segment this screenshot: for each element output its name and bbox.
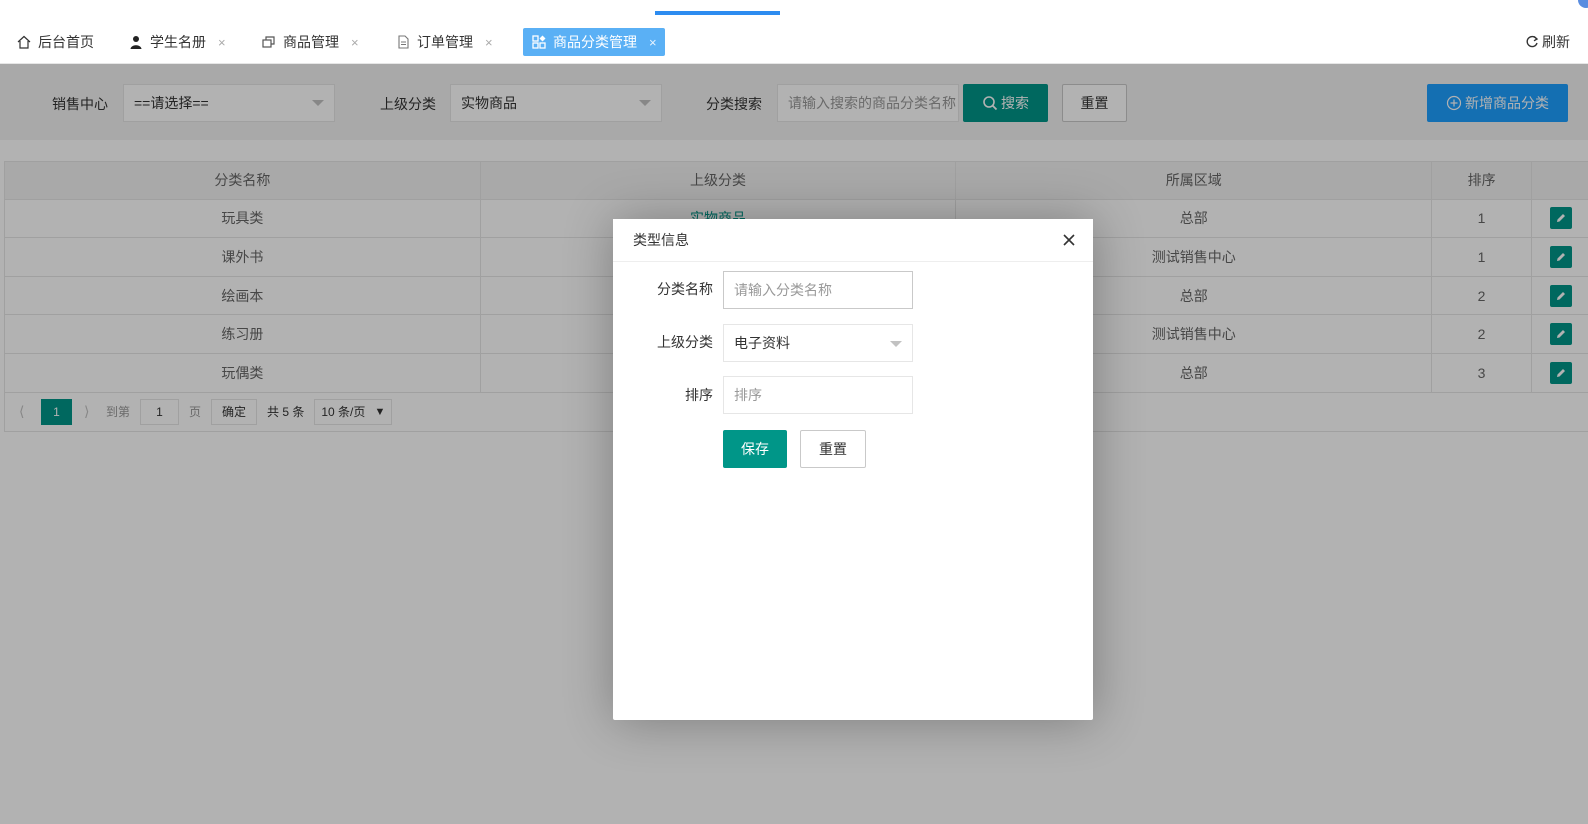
tab-students[interactable]: 学生名册 × (120, 28, 234, 56)
tab-goods[interactable]: 商品管理 × (253, 28, 367, 56)
active-nav-indicator (655, 11, 780, 15)
category-info-dialog: 类型信息 分类名称 请输入分类名称 上级分类 电子资料 排序 排序 保存 重置 (613, 219, 1093, 720)
close-icon[interactable]: × (485, 35, 493, 50)
tab-label: 商品分类管理 (553, 34, 637, 50)
top-strip (0, 0, 1588, 20)
order-input[interactable]: 排序 (723, 376, 913, 414)
close-icon[interactable] (1061, 232, 1077, 248)
dialog-title: 类型信息 (633, 232, 689, 248)
goods-icon (261, 34, 277, 50)
refresh-button[interactable]: 刷新 (1525, 28, 1570, 56)
save-button[interactable]: 保存 (723, 430, 787, 468)
close-icon[interactable]: × (218, 35, 226, 50)
parent-label: 上级分类 (657, 334, 713, 350)
tab-label: 后台首页 (38, 34, 94, 50)
dialog-header: 类型信息 (613, 219, 1093, 262)
parent-category-select[interactable]: 电子资料 (723, 324, 913, 362)
tab-category[interactable]: 商品分类管理 × (523, 28, 665, 56)
document-icon (395, 34, 411, 50)
tab-orders[interactable]: 订单管理 × (387, 28, 501, 56)
tab-label: 订单管理 (417, 34, 473, 50)
category-icon (531, 34, 547, 50)
save-button-label: 保存 (741, 441, 769, 457)
parent-value: 电子资料 (734, 335, 790, 351)
order-placeholder: 排序 (734, 387, 762, 403)
refresh-label: 刷新 (1542, 34, 1570, 50)
dialog-reset-button[interactable]: 重置 (800, 430, 866, 468)
refresh-icon (1525, 35, 1539, 49)
order-label: 排序 (685, 387, 713, 403)
tab-home[interactable]: 后台首页 (8, 28, 102, 56)
user-icon (128, 34, 144, 50)
name-placeholder: 请输入分类名称 (734, 282, 832, 298)
name-label: 分类名称 (657, 281, 713, 297)
avatar[interactable] (1578, 0, 1588, 8)
tab-label: 商品管理 (283, 34, 339, 50)
caret-down-icon (890, 341, 902, 347)
close-icon[interactable]: × (649, 35, 657, 50)
tab-bar: 后台首页 学生名册 × 商品管理 × 订单管理 × 商品分类管理 × 刷新 (0, 20, 1588, 64)
home-icon (16, 34, 32, 50)
category-name-input[interactable]: 请输入分类名称 (723, 271, 913, 309)
close-icon[interactable]: × (351, 35, 359, 50)
dialog-reset-label: 重置 (819, 441, 847, 457)
tab-label: 学生名册 (150, 34, 206, 50)
